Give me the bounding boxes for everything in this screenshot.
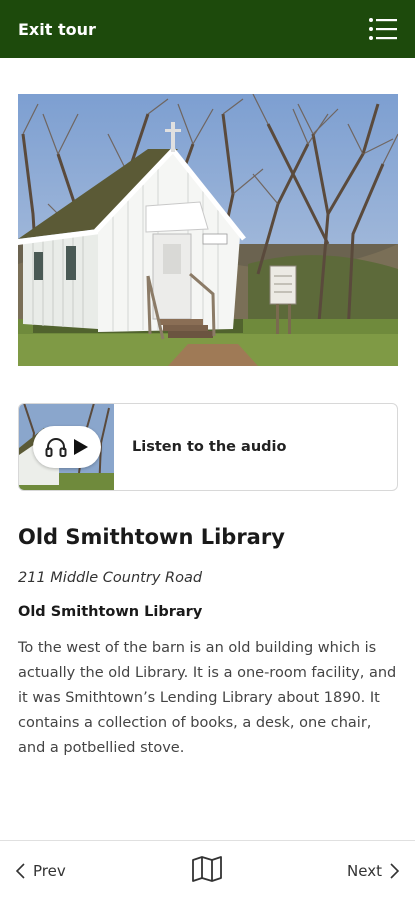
- menu-button[interactable]: [367, 14, 399, 44]
- stop-photo: [18, 94, 398, 366]
- exit-tour-button[interactable]: Exit tour: [18, 20, 96, 39]
- play-icon: [74, 439, 88, 455]
- listen-audio-card[interactable]: Listen to the audio: [18, 403, 398, 491]
- chevron-right-icon: [390, 863, 399, 879]
- prev-label: Prev: [33, 862, 66, 880]
- next-label: Next: [347, 862, 382, 880]
- map-icon: [192, 856, 222, 882]
- next-button[interactable]: Next: [347, 859, 399, 883]
- audio-thumbnail: [19, 404, 114, 490]
- stop-subheading: Old Smithtown Library: [18, 604, 203, 620]
- audio-label: Listen to the audio: [132, 439, 287, 455]
- top-bar: Exit tour: [0, 0, 415, 58]
- prev-button[interactable]: Prev: [16, 859, 66, 883]
- map-button[interactable]: [190, 856, 224, 882]
- stop-title: Old Smithtown Library: [18, 525, 285, 549]
- headphones-icon: [45, 438, 67, 457]
- list-menu-icon: [369, 18, 397, 40]
- tour-stop-screen: Exit tour Listen to the audio Old Smitht…: [0, 0, 415, 900]
- chevron-left-icon: [16, 863, 25, 879]
- bottom-nav: Prev Next: [0, 840, 415, 900]
- stop-description: To the west of the barn is an old buildi…: [18, 640, 397, 756]
- stop-address: 211 Middle Country Road: [18, 570, 203, 586]
- historic-library-building-photo: [18, 94, 398, 366]
- play-audio-button[interactable]: [33, 426, 101, 468]
